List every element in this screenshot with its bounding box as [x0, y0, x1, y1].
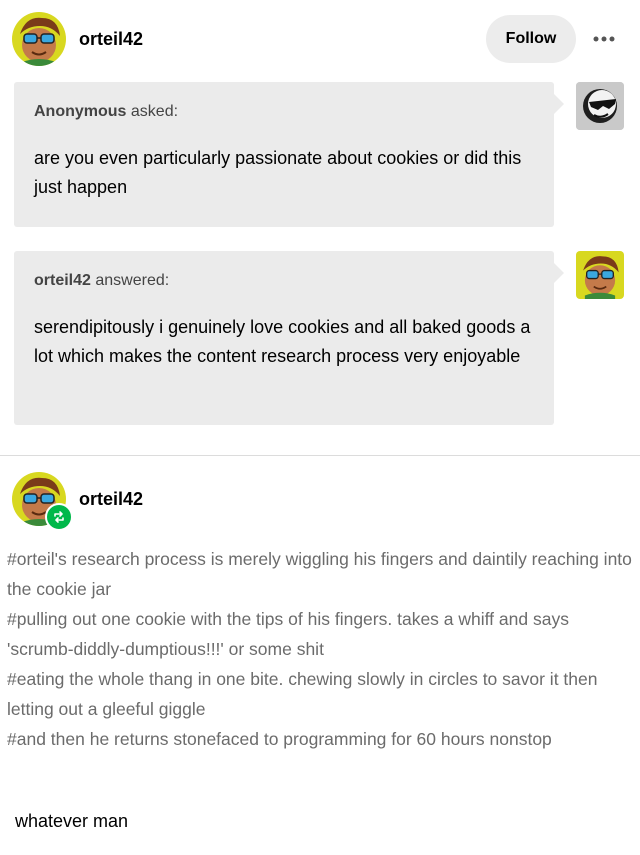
- tag-link[interactable]: #pulling out one cookie with the tips of…: [7, 604, 637, 664]
- reblog-comment: whatever man: [15, 811, 129, 831]
- answerer-line: orteil42 answered:: [34, 251, 534, 290]
- tag-link[interactable]: #eating the whole thang in one bite. che…: [7, 664, 637, 724]
- answer-text: serendipitously i genuinely love cookies…: [34, 317, 531, 366]
- answer-bubble: orteil42 answered: serendipitously i gen…: [14, 251, 564, 425]
- reblog-divider: [0, 455, 640, 456]
- more-options-button[interactable]: [588, 24, 620, 54]
- follow-button[interactable]: Follow: [486, 15, 576, 63]
- tag-list: #orteil's research process is merely wig…: [7, 544, 637, 754]
- cartoon-face-icon: [576, 251, 624, 299]
- question-text: are you even particularly passionate abo…: [34, 148, 522, 197]
- cartoon-face-icon: [12, 12, 66, 66]
- answerer-avatar[interactable]: [576, 251, 624, 299]
- reblog-badge: [45, 503, 73, 531]
- asker-name: Anonymous: [34, 103, 127, 120]
- more-options-icon: [593, 36, 615, 42]
- ask-bubble: Anonymous asked: are you even particular…: [14, 82, 564, 227]
- asker-line: Anonymous asked:: [34, 82, 534, 121]
- asker-verb: asked:: [130, 103, 179, 120]
- user-avatar[interactable]: [12, 12, 66, 66]
- anonymous-avatar: [576, 82, 624, 130]
- bubble-tail: [554, 263, 564, 283]
- anonymous-sunglasses-avatar-icon: [576, 82, 624, 130]
- tag-link[interactable]: #and then he returns stonefaced to progr…: [7, 724, 637, 754]
- tag-link[interactable]: #orteil's research process is merely wig…: [7, 544, 637, 604]
- reblog-icon: [54, 511, 64, 523]
- post-username[interactable]: orteil42: [79, 29, 143, 50]
- answerer-name[interactable]: orteil42: [34, 272, 91, 289]
- reblog-username[interactable]: orteil42: [79, 489, 143, 510]
- answerer-verb: answered:: [95, 272, 170, 289]
- bubble-tail: [554, 94, 564, 114]
